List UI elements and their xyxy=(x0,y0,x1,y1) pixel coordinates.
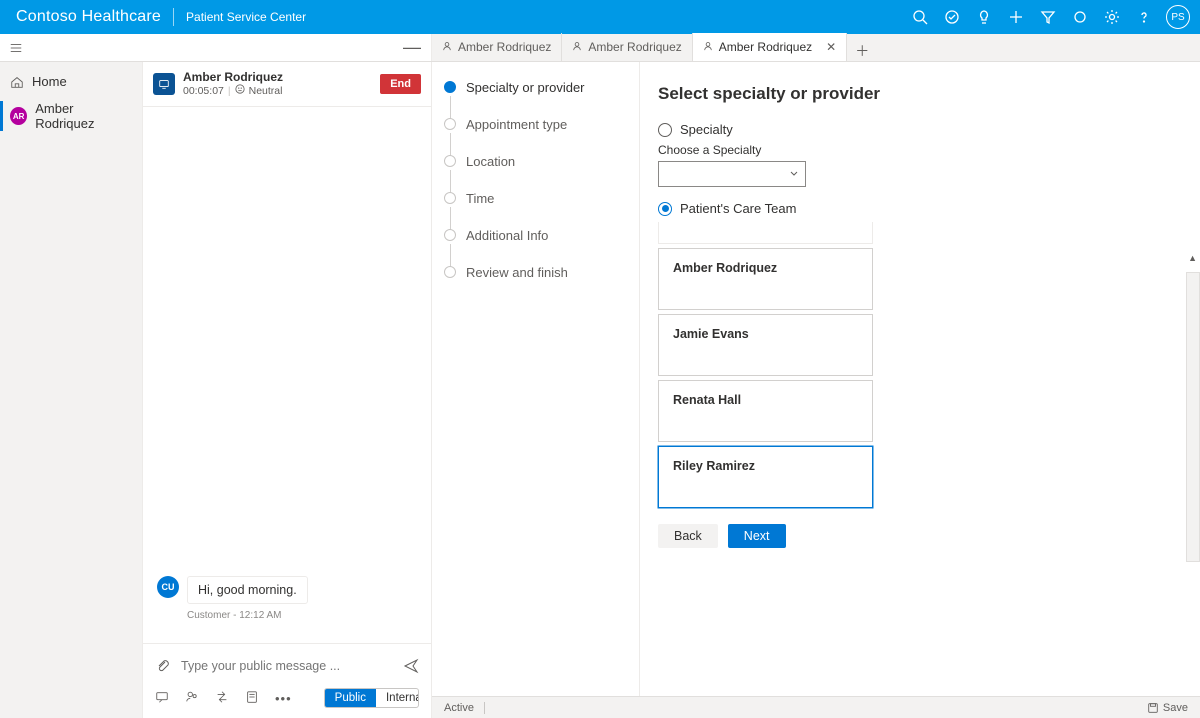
gear-icon[interactable] xyxy=(1096,0,1128,34)
chat-contact-name: Amber Rodriquez xyxy=(183,70,372,84)
scrollbar[interactable]: ▲ xyxy=(1186,272,1200,562)
help-icon[interactable] xyxy=(1128,0,1160,34)
contact-avatar: AR xyxy=(10,107,27,125)
care-team-card[interactable]: Renata Hall xyxy=(658,380,873,442)
toggle-internal[interactable]: Internal xyxy=(376,689,419,707)
toggle-public[interactable]: Public xyxy=(325,689,376,707)
step-time[interactable]: Time xyxy=(444,191,627,206)
quick-reply-icon[interactable] xyxy=(155,690,169,707)
chat-elapsed: 00:05:07 xyxy=(183,85,224,98)
tab-label: Amber Rodriquez xyxy=(588,40,681,54)
lightbulb-icon[interactable] xyxy=(968,0,1000,34)
brand-separator xyxy=(173,8,174,26)
care-team-list: Amber Rodriquez Jamie Evans Renata Hall … xyxy=(658,222,1174,508)
wizard-steps: Specialty or provider Appointment type L… xyxy=(432,62,640,718)
save-icon[interactable] xyxy=(1147,702,1159,714)
chat-message: CU Hi, good morning. xyxy=(157,576,417,604)
sidebar-label: Amber Rodriquez xyxy=(35,101,132,131)
status-bar: Active Save xyxy=(432,696,1200,718)
care-team-card[interactable]: Amber Rodriquez xyxy=(658,248,873,310)
attach-icon[interactable] xyxy=(155,658,171,674)
add-icon[interactable] xyxy=(1000,0,1032,34)
chat-sentiment: Neutral xyxy=(249,85,283,98)
message-text: Hi, good morning. xyxy=(187,576,308,604)
add-tab-button[interactable]: ＋ xyxy=(847,41,877,61)
radio-icon xyxy=(658,123,672,137)
search-icon[interactable] xyxy=(904,0,936,34)
chat-header: Amber Rodriquez 00:05:07 | Neutral End xyxy=(143,62,431,107)
tab-label: Amber Rodriquez xyxy=(719,40,812,54)
step-additional-info[interactable]: Additional Info xyxy=(444,228,627,243)
care-team-card[interactable]: Riley Ramirez xyxy=(658,446,873,508)
chat-header-strip: — xyxy=(32,34,432,61)
care-team-card[interactable]: Jamie Evans xyxy=(658,314,873,376)
person-icon xyxy=(442,40,452,54)
tab-contact-3[interactable]: Amber Rodriquez ✕ xyxy=(693,33,847,61)
step-location[interactable]: Location xyxy=(444,154,627,169)
person-icon xyxy=(572,40,582,54)
visibility-toggle[interactable]: Public Internal xyxy=(324,688,419,708)
send-icon[interactable] xyxy=(403,658,419,674)
tab-contact-2[interactable]: Amber Rodriquez xyxy=(562,33,692,61)
brand-name: Contoso Healthcare xyxy=(16,8,161,26)
chat-transcript: CU Hi, good morning. Customer - 12:12 AM xyxy=(143,107,431,637)
tab-label: Amber Rodriquez xyxy=(458,40,551,54)
chat-input[interactable] xyxy=(181,659,393,673)
sidebar-label: Home xyxy=(32,74,67,89)
user-avatar[interactable]: PS xyxy=(1166,5,1190,29)
radio-specialty[interactable]: Specialty xyxy=(658,122,1174,137)
record-status: Active xyxy=(444,702,474,714)
message-avatar: CU xyxy=(157,576,179,598)
person-icon xyxy=(703,40,713,54)
sidebar-item-contact[interactable]: AR Amber Rodriquez xyxy=(0,95,142,137)
chat-panel: Amber Rodriquez 00:05:07 | Neutral End C… xyxy=(143,62,432,718)
chevron-down-icon xyxy=(789,169,799,179)
presence-icon[interactable] xyxy=(1064,0,1096,34)
tab-strip: Amber Rodriquez Amber Rodriquez Amber Ro… xyxy=(432,34,1200,61)
notes-icon[interactable] xyxy=(245,690,259,707)
save-button[interactable]: Save xyxy=(1163,702,1188,714)
care-team-scroll-top xyxy=(658,222,873,244)
step-review[interactable]: Review and finish xyxy=(444,265,627,280)
task-icon[interactable] xyxy=(936,0,968,34)
specialty-select[interactable] xyxy=(658,161,806,187)
chat-toolbar: ••• Public Internal xyxy=(143,682,431,718)
tab-contact-1[interactable]: Amber Rodriquez xyxy=(432,33,562,61)
left-sidebar: Home AR Amber Rodriquez xyxy=(0,62,143,718)
form-panel: Select specialty or provider Specialty C… xyxy=(640,62,1200,718)
hamburger-icon[interactable] xyxy=(0,34,32,61)
second-bar: — Amber Rodriquez Amber Rodriquez Amber … xyxy=(0,34,1200,62)
end-chat-button[interactable]: End xyxy=(380,74,421,94)
more-icon[interactable]: ••• xyxy=(275,691,292,706)
chat-channel-icon xyxy=(153,73,175,95)
sentiment-icon xyxy=(235,84,245,98)
filter-icon[interactable] xyxy=(1032,0,1064,34)
next-button[interactable]: Next xyxy=(728,524,786,548)
chat-input-row xyxy=(143,650,431,682)
step-appointment-type[interactable]: Appointment type xyxy=(444,117,627,132)
choose-specialty-label: Choose a Specialty xyxy=(658,143,1174,157)
radio-icon xyxy=(658,202,672,216)
sidebar-item-home[interactable]: Home xyxy=(0,68,142,95)
radio-care-team[interactable]: Patient's Care Team xyxy=(658,201,1174,216)
minimize-chat-icon[interactable]: — xyxy=(403,37,421,58)
home-icon xyxy=(10,75,24,89)
message-meta: Customer - 12:12 AM xyxy=(187,610,417,621)
form-title: Select specialty or provider xyxy=(658,84,1174,104)
consult-icon[interactable] xyxy=(185,690,199,707)
transfer-icon[interactable] xyxy=(215,690,229,707)
brand-subtitle: Patient Service Center xyxy=(186,10,306,24)
back-button[interactable]: Back xyxy=(658,524,718,548)
app-topbar: Contoso Healthcare Patient Service Cente… xyxy=(0,0,1200,34)
close-icon[interactable]: ✕ xyxy=(818,40,836,54)
divider xyxy=(143,643,431,644)
step-specialty[interactable]: Specialty or provider xyxy=(444,80,627,95)
